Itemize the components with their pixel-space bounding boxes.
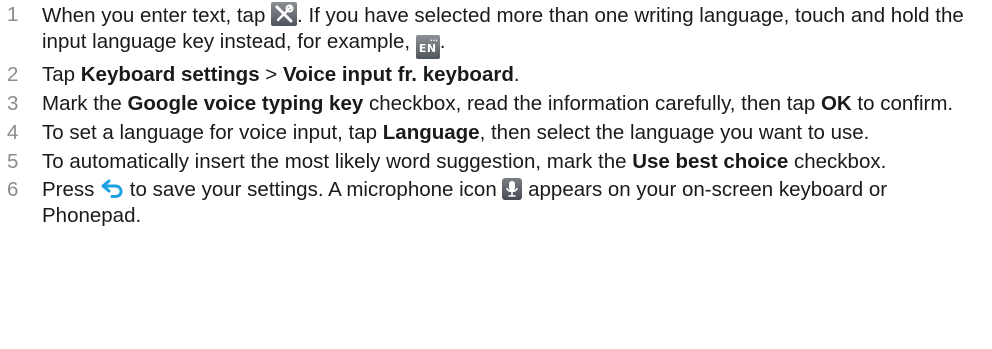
step-text-segment: . (513, 62, 520, 86)
step-text-segment: checkbox, read the information carefully… (363, 91, 821, 115)
step-number: 3 (7, 91, 19, 115)
step-text: Press to save your settings. A microphon… (42, 177, 992, 228)
input-language-key-icon: ... EN (415, 34, 440, 59)
step-number: 4 (7, 120, 19, 144)
lang-key-dots: ... (429, 34, 438, 43)
step-text-segment: to confirm. (851, 91, 954, 115)
microphone-icon (502, 178, 523, 201)
step-4: 4 To set a language for voice input, tap… (0, 120, 992, 146)
step-text: Tap Keyboard settings > Voice input fr. … (42, 62, 992, 88)
step-number: 6 (7, 178, 19, 202)
step-text-segment: checkbox. (788, 149, 887, 173)
back-arrow-icon (100, 177, 124, 199)
step-text: Mark the Google voice typing key checkbo… (42, 91, 992, 117)
step-text-segment: > (259, 62, 283, 86)
step-2: 2 Tap Keyboard settings > Voice input fr… (0, 62, 992, 88)
lang-key-label: EN (418, 41, 437, 55)
ui-term-ok: OK (820, 91, 852, 115)
step-6: 6 Press to save your settings. A microph… (0, 177, 992, 228)
instruction-steps: 1 When you enter text, tap . If you have… (0, 2, 992, 228)
step-text-segment: To automatically insert the most likely … (42, 149, 633, 173)
step-text: To set a language for voice input, tap L… (42, 120, 992, 146)
step-text-segment: , then select the language you want to u… (479, 120, 870, 144)
ui-term-language: Language (382, 120, 480, 144)
step-text: To automatically insert the most likely … (42, 149, 992, 175)
step-number: 5 (7, 149, 19, 173)
ui-term-use-best-choice: Use best choice (632, 149, 789, 173)
step-text-segment: When you enter text, tap (42, 4, 272, 27)
step-text-segment: . (439, 29, 446, 53)
ui-term-keyboard-settings: Keyboard settings (80, 62, 260, 86)
tools-settings-icon (271, 2, 298, 26)
step-text-segment: Tap (42, 62, 81, 86)
step-text-segment: to save your settings. A microphone icon (124, 178, 503, 202)
ui-term-voice-input: Voice input fr. keyboard (282, 62, 514, 86)
step-3: 3 Mark the Google voice typing key check… (0, 91, 992, 117)
step-number: 2 (7, 62, 19, 86)
step-text-segment: Press (42, 178, 101, 202)
ui-term-google-voice-typing-key: Google voice typing key (127, 91, 364, 115)
step-1: 1 When you enter text, tap . If you have… (0, 2, 992, 59)
step-5: 5 To automatically insert the most likel… (0, 149, 992, 175)
step-text-segment: To set a language for voice input, tap (42, 120, 383, 144)
step-text: When you enter text, tap . If you have s… (42, 2, 992, 59)
step-number: 1 (7, 3, 19, 26)
step-text-segment: Mark the (42, 91, 128, 115)
